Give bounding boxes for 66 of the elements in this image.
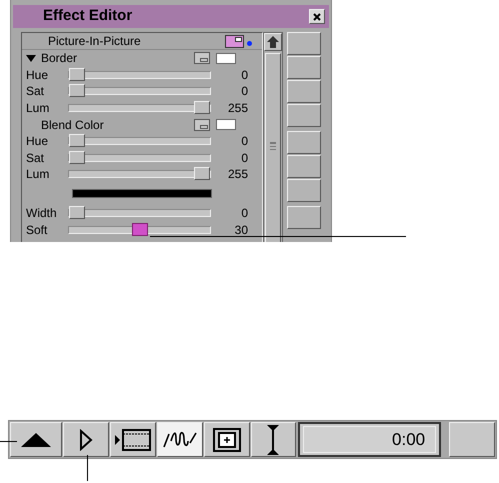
up-arrow-icon bbox=[267, 36, 279, 48]
slider-thumb[interactable] bbox=[132, 222, 148, 236]
slider-value: 0 bbox=[241, 205, 248, 222]
slider-track[interactable] bbox=[68, 209, 211, 218]
slider-track[interactable] bbox=[68, 70, 211, 79]
picker-icon[interactable] bbox=[194, 118, 210, 131]
slider-value: 0 bbox=[241, 83, 248, 100]
slider-track[interactable] bbox=[68, 226, 211, 234]
slider-value: 30 bbox=[234, 222, 248, 239]
side-button[interactable] bbox=[287, 155, 321, 178]
slider-value: 0 bbox=[241, 150, 248, 167]
leader-line bbox=[0, 441, 17, 442]
up-triangle-icon bbox=[20, 432, 51, 446]
slider-value: 255 bbox=[228, 100, 248, 118]
side-button[interactable] bbox=[287, 206, 321, 229]
blank-button[interactable] bbox=[449, 422, 496, 457]
side-button[interactable] bbox=[287, 80, 321, 103]
scroll-grip-icon bbox=[270, 142, 276, 150]
window-title: Effect Editor bbox=[43, 6, 132, 26]
toolbar-button[interactable] bbox=[62, 422, 109, 457]
side-button[interactable] bbox=[287, 131, 321, 154]
effect-name: Picture-In-Picture bbox=[48, 33, 141, 50]
slider-track[interactable] bbox=[68, 137, 211, 146]
slider-label: Hue bbox=[25, 133, 50, 150]
pip-icon[interactable] bbox=[225, 34, 244, 48]
slider-track[interactable] bbox=[68, 104, 211, 112]
toolbar-button[interactable] bbox=[204, 422, 250, 457]
slider-label: Lum bbox=[25, 100, 50, 118]
color-bar[interactable] bbox=[72, 189, 212, 198]
toolbar-button[interactable] bbox=[156, 422, 203, 457]
slider-label: Soft bbox=[25, 222, 48, 239]
collapse-triangle-icon[interactable] bbox=[26, 54, 36, 62]
slider-track[interactable] bbox=[68, 87, 211, 96]
slider-value: 0 bbox=[241, 66, 248, 84]
section-label: Blend Color bbox=[41, 116, 104, 134]
scroll-bar[interactable] bbox=[263, 32, 283, 242]
scroll-up-button[interactable] bbox=[264, 33, 282, 51]
slider-label: Sat bbox=[25, 83, 46, 100]
section-label: Border bbox=[41, 50, 78, 68]
close-button[interactable] bbox=[309, 9, 325, 24]
timecode-text: 0:00 bbox=[392, 428, 426, 451]
slider-value: 255 bbox=[228, 166, 248, 184]
side-button[interactable] bbox=[287, 32, 321, 55]
picker-icon[interactable] bbox=[194, 52, 210, 64]
play-outline-icon bbox=[78, 428, 93, 450]
film-strip-icon bbox=[114, 428, 151, 450]
slider-value: 0 bbox=[241, 133, 248, 150]
side-button[interactable] bbox=[287, 104, 321, 127]
slider-label: Hue bbox=[25, 66, 50, 84]
slider-label: Sat bbox=[25, 150, 46, 167]
slider-track[interactable] bbox=[68, 154, 211, 162]
side-button[interactable] bbox=[287, 179, 321, 202]
leader-line bbox=[87, 455, 88, 481]
color-swatch[interactable] bbox=[216, 52, 236, 64]
close-icon bbox=[313, 12, 321, 20]
i-beam-icon bbox=[266, 424, 280, 454]
slider-label: Lum bbox=[25, 166, 50, 184]
toolbar-button[interactable] bbox=[110, 422, 156, 457]
color-swatch[interactable] bbox=[216, 119, 236, 130]
slider-label: Width bbox=[25, 205, 58, 222]
toolbar-button[interactable] bbox=[250, 422, 296, 457]
slider-track[interactable] bbox=[68, 170, 211, 178]
frame-plus-icon bbox=[212, 428, 241, 452]
toolbar-button[interactable] bbox=[10, 422, 62, 457]
wave-icon bbox=[162, 430, 197, 448]
side-button[interactable] bbox=[287, 56, 321, 79]
